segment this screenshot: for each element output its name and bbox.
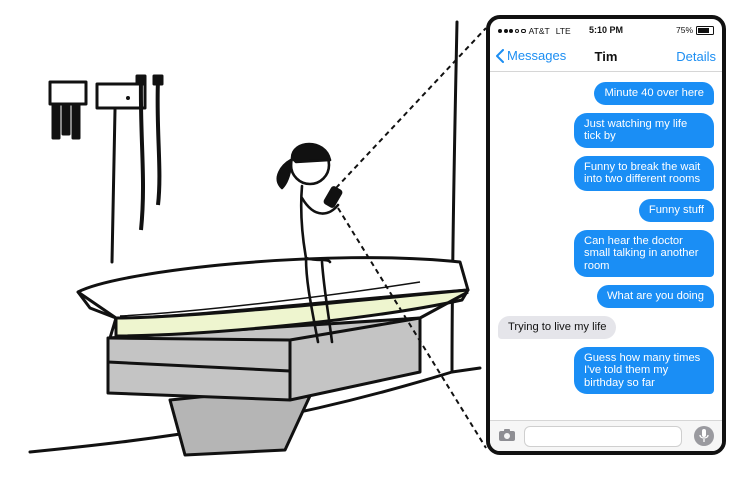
sent-message-bubble[interactable]: Can hear the doctor small talking in ano… [574,229,714,278]
sent-message-bubble[interactable]: Just watching my life tick by [574,112,714,148]
wall-diagnostic-set [48,74,164,231]
message-text-field[interactable] [524,426,682,447]
phone-screen: AT&T LTE 5:10 PM 75% Messages Tim Detail… [486,15,726,455]
floor-line-right [450,366,482,374]
sent-message-bubble[interactable]: Minute 40 over here [594,82,714,105]
sent-message-bubble[interactable]: What are you doing [596,285,714,308]
details-button[interactable]: Details [676,49,716,64]
battery-icon [696,25,714,35]
exam-table [76,256,470,457]
battery-percent: 75% [675,25,693,35]
conversation-header: Messages Tim Details [490,41,722,72]
message-input-bar [490,420,722,451]
message-thread[interactable]: Minute 40 over here Just watching my life… [490,72,722,422]
sent-message-bubble[interactable]: Guess how many times I've told them my b… [574,346,714,395]
wall-edge-left [110,108,117,264]
camera-icon[interactable] [498,428,516,442]
microphone-icon[interactable] [694,426,714,446]
received-message-bubble[interactable]: Trying to live my life [498,315,617,339]
sent-message-bubble[interactable]: Funny stuff [638,198,714,222]
sent-message-bubble[interactable]: Funny to break the wait into two differe… [574,155,714,191]
status-bar: AT&T LTE 5:10 PM 75% [490,19,722,41]
wall-corner-line [450,20,459,374]
